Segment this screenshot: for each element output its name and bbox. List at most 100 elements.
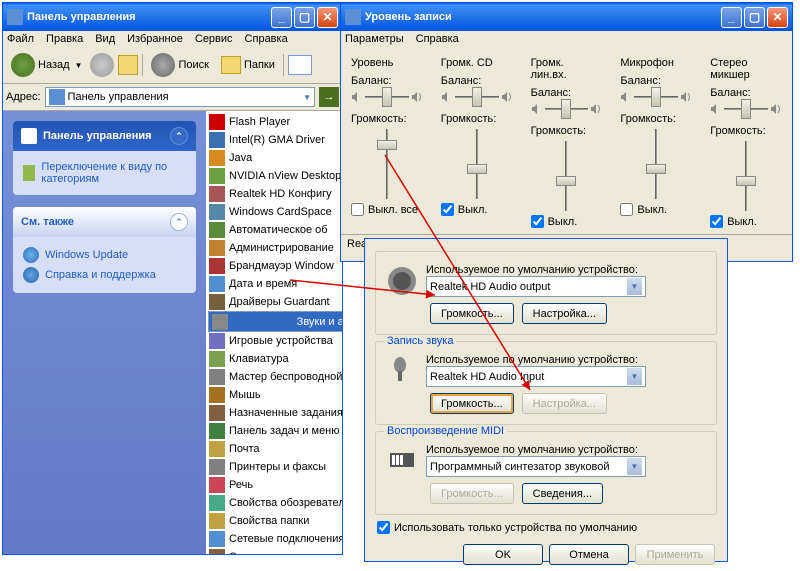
list-item[interactable]: Клавиатура	[208, 350, 340, 368]
menu-edit[interactable]: Правка	[46, 33, 83, 45]
list-item[interactable]: Свойства папки	[208, 512, 340, 530]
balance-slider[interactable]	[531, 99, 603, 119]
volume-slider[interactable]	[556, 141, 576, 211]
device-label: Используемое по умолчанию устройство:	[426, 444, 706, 456]
panel-title: Панель управления	[43, 130, 152, 142]
item-icon	[209, 204, 225, 220]
list-item[interactable]: Панель задач и меню "Пуск"	[208, 422, 340, 440]
cancel-button[interactable]: Отмена	[549, 544, 629, 565]
recording-volume-button[interactable]: Громкость...	[430, 393, 514, 414]
recording-settings-button[interactable]: Настройка...	[522, 393, 607, 414]
item-icon	[209, 150, 225, 166]
balance-slider[interactable]	[441, 87, 513, 107]
list-item[interactable]: Flash Player	[208, 113, 340, 131]
menu-tools[interactable]: Сервис	[195, 33, 233, 45]
go-button[interactable]: →	[319, 87, 339, 107]
list-item[interactable]: Система	[208, 548, 340, 554]
volume-slider[interactable]	[377, 129, 397, 199]
playback-device-select[interactable]: Realtek HD Audio output▼	[426, 276, 646, 297]
list-item[interactable]: Администрирование	[208, 239, 340, 257]
folders-button[interactable]: Папки	[217, 54, 279, 76]
search-button[interactable]: Поиск	[147, 51, 212, 79]
list-item[interactable]: Intel(R) GMA Driver	[208, 131, 340, 149]
close-button[interactable]: ✕	[317, 7, 338, 28]
close-button[interactable]: ✕	[767, 7, 788, 28]
list-item[interactable]: Сетевые подключения	[208, 530, 340, 548]
list-item[interactable]: Java	[208, 149, 340, 167]
volume-slider[interactable]	[736, 141, 756, 211]
volume-slider[interactable]	[467, 129, 487, 199]
balance-slider[interactable]	[351, 87, 423, 107]
list-item[interactable]: Дата и время	[208, 275, 340, 293]
volume-slider[interactable]	[646, 129, 666, 199]
list-item[interactable]: Мастер беспроводной сети	[208, 368, 340, 386]
ok-button[interactable]: OK	[463, 544, 543, 565]
list-item[interactable]: Свойства обозревателя	[208, 494, 340, 512]
control-panel-window: Панель управления _ ▢ ✕ Файл Правка Вид …	[2, 2, 343, 555]
minimize-button[interactable]: _	[271, 7, 292, 28]
mixer-channel: Громк. лин.вх.Баланс:Громкость:Выкл.	[531, 57, 603, 228]
list-item[interactable]: Realtek HD Конфигу	[208, 185, 340, 203]
views-button[interactable]	[288, 55, 312, 75]
menu-help[interactable]: Справка	[416, 33, 459, 45]
recording-device-select[interactable]: Realtek HD Audio Input▼	[426, 366, 646, 387]
list-item[interactable]: Windows CardSpace	[208, 203, 340, 221]
midi-device-select[interactable]: Программный синтезатор звуковой▼	[426, 456, 646, 477]
mixer-channel: МикрофонБаланс:Громкость:Выкл.	[620, 57, 692, 228]
channel-name: Микрофон	[620, 57, 692, 69]
midi-info-button[interactable]: Сведения...	[522, 483, 603, 504]
list-item[interactable]: Брандмауэр Window	[208, 257, 340, 275]
apply-button[interactable]: Применить	[635, 544, 715, 565]
item-icon	[209, 222, 225, 238]
balance-slider[interactable]	[620, 87, 692, 107]
rec-titlebar[interactable]: Уровень записи _ ▢ ✕	[341, 3, 792, 31]
list-item[interactable]: Игровые устройства	[208, 332, 340, 350]
switch-icon	[23, 165, 35, 181]
collapse-icon[interactable]: ⌃	[170, 127, 188, 145]
mute-checkbox[interactable]: Выкл.	[710, 215, 782, 228]
balance-slider[interactable]	[710, 99, 782, 119]
cp-titlebar[interactable]: Панель управления _ ▢ ✕	[3, 3, 342, 31]
mute-checkbox[interactable]: Выкл.	[441, 203, 513, 216]
maximize-button[interactable]: ▢	[744, 7, 765, 28]
playback-volume-button[interactable]: Громкость...	[430, 303, 514, 324]
list-item[interactable]: Почта	[208, 440, 340, 458]
help-link[interactable]: Справка и поддержка	[23, 265, 186, 285]
forward-button[interactable]	[90, 53, 114, 77]
minimize-button[interactable]: _	[721, 7, 742, 28]
maximize-button[interactable]: ▢	[294, 7, 315, 28]
list-item[interactable]: NVIDIA nView Desktop	[208, 167, 340, 185]
address-input[interactable]: Панель управления ▼	[45, 87, 315, 107]
cp-icon	[7, 9, 23, 25]
windows-update-link[interactable]: Windows Update	[23, 245, 186, 265]
mute-checkbox[interactable]: Выкл.	[531, 215, 603, 228]
back-button[interactable]: Назад▼	[7, 51, 86, 79]
mixer-channel: УровеньБаланс:Громкость:Выкл. все	[351, 57, 423, 228]
mute-checkbox[interactable]: Выкл. все	[351, 203, 423, 216]
balance-label: Баланс:	[441, 75, 513, 87]
menu-favorites[interactable]: Избранное	[127, 33, 183, 45]
playback-settings-button[interactable]: Настройка...	[522, 303, 607, 324]
menu-help[interactable]: Справка	[245, 33, 288, 45]
list-item[interactable]: Мышь	[208, 386, 340, 404]
item-icon	[212, 314, 228, 330]
menu-params[interactable]: Параметры	[345, 33, 404, 45]
device-label: Используемое по умолчанию устройство:	[426, 354, 706, 366]
menu-view[interactable]: Вид	[95, 33, 115, 45]
item-icon	[209, 369, 225, 385]
midi-volume-button[interactable]: Громкость...	[430, 483, 514, 504]
cp-item-list[interactable]: Flash PlayerIntel(R) GMA DriverJavaNVIDI…	[206, 111, 342, 554]
list-item[interactable]: Автоматическое об	[208, 221, 340, 239]
item-icon	[209, 132, 225, 148]
list-item[interactable]: Принтеры и факсы	[208, 458, 340, 476]
default-only-checkbox[interactable]: Использовать только устройства по умолча…	[377, 521, 715, 534]
list-item[interactable]: Назначенные задания	[208, 404, 340, 422]
switch-view-link[interactable]: Переключение к виду по категориям	[23, 159, 186, 187]
mute-checkbox[interactable]: Выкл.	[620, 203, 692, 216]
list-item[interactable]: Речь	[208, 476, 340, 494]
list-item[interactable]: Драйверы Guardant	[208, 293, 340, 311]
up-button[interactable]	[118, 55, 138, 75]
list-item[interactable]: Звуки и аудиоустройства	[208, 311, 342, 332]
collapse-icon[interactable]: ⌃	[170, 213, 188, 231]
menu-file[interactable]: Файл	[7, 33, 34, 45]
